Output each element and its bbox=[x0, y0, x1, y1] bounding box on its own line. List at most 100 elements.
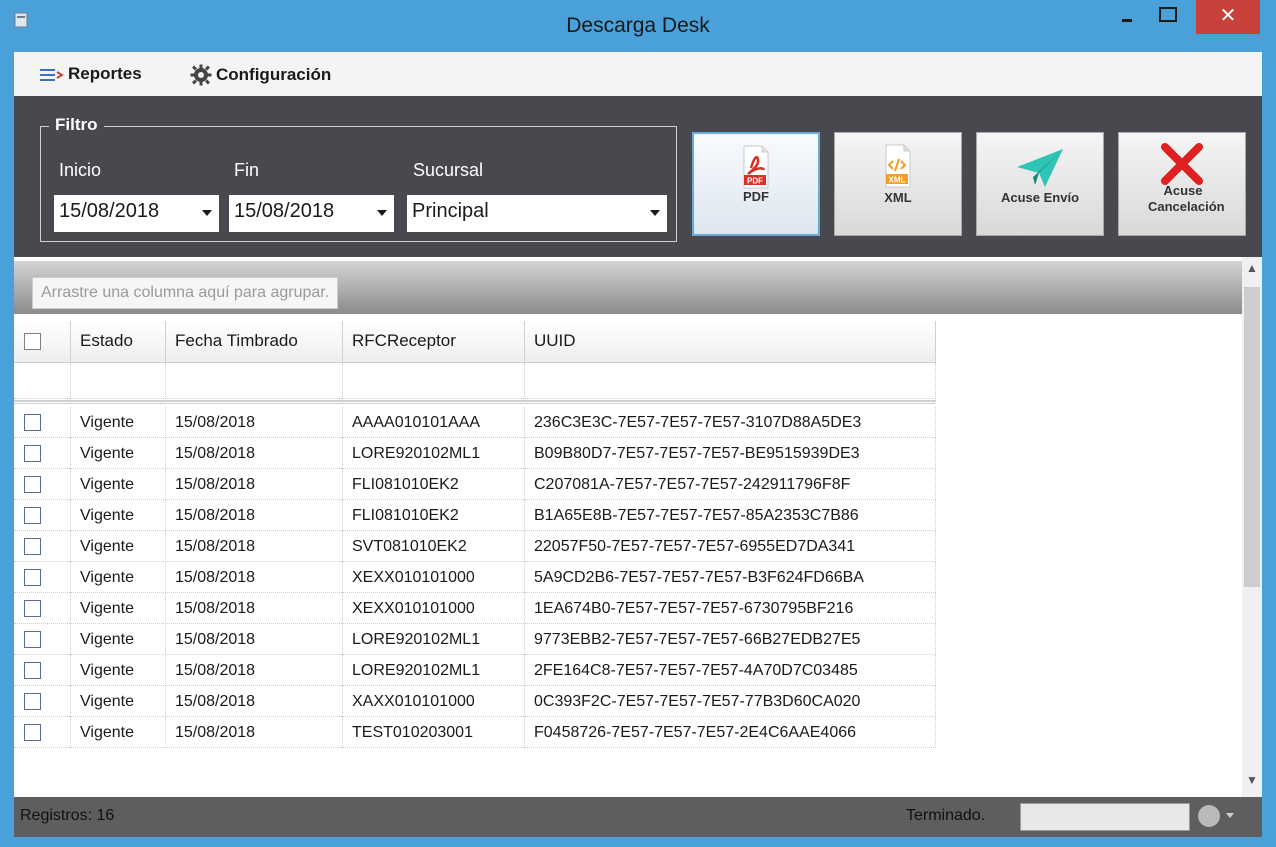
row-checkbox[interactable] bbox=[24, 538, 41, 555]
progress-box bbox=[1020, 803, 1190, 831]
cell-rfc[interactable]: LORE920102ML1 bbox=[343, 624, 525, 655]
acuse-cancelacion-label: Acuse Cancelación bbox=[1148, 183, 1225, 214]
table-row[interactable]: Vigente 15/08/2018 XAXX010101000 0C393F2C-7… bbox=[14, 686, 936, 717]
xml-button[interactable]: XML XML bbox=[834, 132, 962, 236]
cell-estado[interactable]: Vigente bbox=[71, 717, 166, 748]
table-row[interactable]: Vigente 15/08/2018 XEXX010101000 5A9CD2B6-7… bbox=[14, 562, 936, 593]
cell-estado[interactable]: Vigente bbox=[71, 593, 166, 624]
row-checkbox[interactable] bbox=[24, 569, 41, 586]
filter-cell-uuid[interactable] bbox=[525, 363, 936, 399]
cell-uuid[interactable]: F0458726-7E57-7E57-7E57-2E4C6AAE4066 bbox=[525, 717, 936, 748]
row-checkbox[interactable] bbox=[24, 507, 41, 524]
end-date-picker[interactable]: 15/08/2018 bbox=[229, 195, 394, 232]
row-checkbox[interactable] bbox=[24, 631, 41, 648]
row-checkbox[interactable] bbox=[24, 600, 41, 617]
cell-rfc[interactable]: FLI081010EK2 bbox=[343, 500, 525, 531]
cell-uuid[interactable]: B1A65E8B-7E57-7E57-7E57-85A2353C7B86 bbox=[525, 500, 936, 531]
cell-rfc[interactable]: LORE920102ML1 bbox=[343, 655, 525, 686]
cell-fecha[interactable]: 15/08/2018 bbox=[166, 562, 343, 593]
scroll-up-icon[interactable]: ▲ bbox=[1242, 261, 1262, 281]
cell-estado[interactable]: Vigente bbox=[71, 655, 166, 686]
table-row[interactable]: Vigente 15/08/2018 AAAA010101AAA 236C3E3C-7… bbox=[14, 407, 936, 438]
cell-uuid[interactable]: 5A9CD2B6-7E57-7E57-7E57-B3F624FD66BA bbox=[525, 562, 936, 593]
cell-estado[interactable]: Vigente bbox=[71, 562, 166, 593]
select-all-checkbox[interactable] bbox=[24, 333, 41, 350]
table-row[interactable]: Vigente 15/08/2018 LORE920102ML1 B09B80D7-7… bbox=[14, 438, 936, 469]
cell-fecha[interactable]: 15/08/2018 bbox=[166, 438, 343, 469]
acuse-envio-button[interactable]: Acuse Envío bbox=[976, 132, 1104, 236]
cell-uuid[interactable]: 0C393F2C-7E57-7E57-7E57-77B3D60CA020 bbox=[525, 686, 936, 717]
row-checkbox[interactable] bbox=[24, 724, 41, 741]
close-button[interactable]: ✕ bbox=[1196, 0, 1260, 34]
cell-rfc[interactable]: XEXX010101000 bbox=[343, 593, 525, 624]
row-checkbox[interactable] bbox=[24, 445, 41, 462]
pdf-button-label: PDF bbox=[743, 189, 769, 204]
select-all-cell[interactable] bbox=[14, 321, 71, 363]
branch-select[interactable]: Principal bbox=[407, 195, 667, 232]
cell-fecha[interactable]: 15/08/2018 bbox=[166, 624, 343, 655]
column-header-fecha[interactable]: Fecha Timbrado bbox=[166, 321, 343, 363]
cell-rfc[interactable]: SVT081010EK2 bbox=[343, 531, 525, 562]
cell-uuid[interactable]: 22057F50-7E57-7E57-7E57-6955ED7DA341 bbox=[525, 531, 936, 562]
column-header-rfc[interactable]: RFCReceptor bbox=[343, 321, 525, 363]
cell-fecha[interactable]: 15/08/2018 bbox=[166, 407, 343, 438]
row-checkbox[interactable] bbox=[24, 414, 41, 431]
cell-estado[interactable]: Vigente bbox=[71, 407, 166, 438]
table-row[interactable]: Vigente 15/08/2018 LORE920102ML1 2FE164C8-7… bbox=[14, 655, 936, 686]
cell-fecha[interactable]: 15/08/2018 bbox=[166, 717, 343, 748]
cell-rfc[interactable]: TEST010203001 bbox=[343, 717, 525, 748]
paper-plane-icon bbox=[1017, 149, 1063, 187]
table-row[interactable]: Vigente 15/08/2018 SVT081010EK2 22057F50-7E… bbox=[14, 531, 936, 562]
cell-estado[interactable]: Vigente bbox=[71, 438, 166, 469]
scroll-down-icon[interactable]: ▼ bbox=[1242, 773, 1262, 793]
menu-reportes[interactable]: Reportes bbox=[40, 64, 142, 84]
table-row[interactable]: Vigente 15/08/2018 TEST010203001 F0458726-7… bbox=[14, 717, 936, 748]
start-date-picker[interactable]: 15/08/2018 bbox=[54, 195, 219, 232]
vertical-scrollbar[interactable]: ▲ ▼ bbox=[1242, 257, 1262, 797]
table-row[interactable]: Vigente 15/08/2018 LORE920102ML1 9773EBB2-7… bbox=[14, 624, 936, 655]
filter-cell-fecha[interactable] bbox=[166, 363, 343, 399]
cell-estado[interactable]: Vigente bbox=[71, 624, 166, 655]
group-panel[interactable]: Arrastre una columna aquí para agrupar. bbox=[14, 261, 1242, 314]
cell-uuid[interactable]: 2FE164C8-7E57-7E57-7E57-4A70D7C03485 bbox=[525, 655, 936, 686]
cell-fecha[interactable]: 15/08/2018 bbox=[166, 531, 343, 562]
cell-rfc[interactable]: FLI081010EK2 bbox=[343, 469, 525, 500]
filter-cell-rfc[interactable] bbox=[343, 363, 525, 399]
row-select-cell bbox=[14, 531, 71, 562]
cell-estado[interactable]: Vigente bbox=[71, 469, 166, 500]
cell-uuid[interactable]: 9773EBB2-7E57-7E57-7E57-66B27EDB27E5 bbox=[525, 624, 936, 655]
cell-rfc[interactable]: LORE920102ML1 bbox=[343, 438, 525, 469]
row-checkbox[interactable] bbox=[24, 662, 41, 679]
table-row[interactable]: Vigente 15/08/2018 FLI081010EK2 B1A65E8B-7E… bbox=[14, 500, 936, 531]
cell-fecha[interactable]: 15/08/2018 bbox=[166, 469, 343, 500]
minimize-button[interactable] bbox=[1112, 0, 1142, 32]
table-row[interactable]: Vigente 15/08/2018 FLI081010EK2 C207081A-7E… bbox=[14, 469, 936, 500]
cell-estado[interactable]: Vigente bbox=[71, 500, 166, 531]
title-bar[interactable]: Descarga Desk ✕ bbox=[0, 0, 1276, 52]
cell-uuid[interactable]: B09B80D7-7E57-7E57-7E57-BE9515939DE3 bbox=[525, 438, 936, 469]
column-header-estado[interactable]: Estado bbox=[71, 321, 166, 363]
cell-estado[interactable]: Vigente bbox=[71, 686, 166, 717]
table-row[interactable]: Vigente 15/08/2018 XEXX010101000 1EA674B0-7… bbox=[14, 593, 936, 624]
column-header-uuid[interactable]: UUID bbox=[525, 321, 936, 363]
menu-configuracion[interactable]: Configuración bbox=[190, 64, 331, 86]
cell-uuid[interactable]: C207081A-7E57-7E57-7E57-242911796F8F bbox=[525, 469, 936, 500]
scroll-thumb[interactable] bbox=[1244, 287, 1260, 587]
row-checkbox[interactable] bbox=[24, 476, 41, 493]
chevron-down-icon[interactable] bbox=[1226, 813, 1234, 818]
cell-rfc[interactable]: AAAA010101AAA bbox=[343, 407, 525, 438]
row-checkbox[interactable] bbox=[24, 693, 41, 710]
maximize-button[interactable] bbox=[1146, 0, 1186, 32]
cell-fecha[interactable]: 15/08/2018 bbox=[166, 686, 343, 717]
cell-fecha[interactable]: 15/08/2018 bbox=[166, 655, 343, 686]
cell-estado[interactable]: Vigente bbox=[71, 531, 166, 562]
cell-rfc[interactable]: XEXX010101000 bbox=[343, 562, 525, 593]
filter-cell-estado[interactable] bbox=[71, 363, 166, 399]
cell-fecha[interactable]: 15/08/2018 bbox=[166, 593, 343, 624]
cell-uuid[interactable]: 1EA674B0-7E57-7E57-7E57-6730795BF216 bbox=[525, 593, 936, 624]
acuse-cancelacion-button[interactable]: Acuse Cancelación bbox=[1118, 132, 1246, 236]
cell-uuid[interactable]: 236C3E3C-7E57-7E57-7E57-3107D88A5DE3 bbox=[525, 407, 936, 438]
pdf-button[interactable]: PDF PDF bbox=[692, 132, 820, 236]
cell-rfc[interactable]: XAXX010101000 bbox=[343, 686, 525, 717]
cell-fecha[interactable]: 15/08/2018 bbox=[166, 500, 343, 531]
